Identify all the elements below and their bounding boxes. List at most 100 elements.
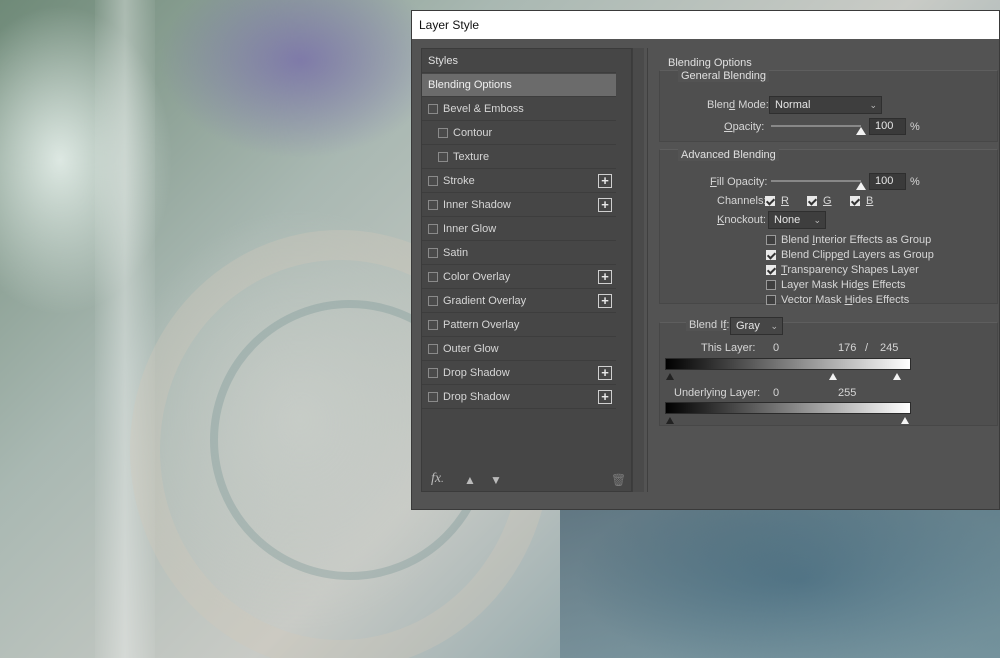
- advanced-blending-group: Advanced Blending Fill Opacity: 100 % Ch…: [659, 149, 998, 306]
- style-item[interactable]: Pattern Overlay: [422, 314, 616, 337]
- bottle-highlight: [95, 0, 155, 658]
- styles-header-label: Styles: [428, 55, 458, 67]
- fx-icon[interactable]: fx.: [431, 471, 444, 487]
- blend-if-label: Blend If:: [686, 319, 733, 331]
- style-item-label: Satin: [443, 247, 469, 259]
- move-down-icon[interactable]: ▼: [490, 473, 502, 487]
- fill-opacity-label: Fill Opacity:: [710, 176, 768, 188]
- opacity-input[interactable]: 100: [869, 118, 906, 135]
- style-item[interactable]: Texture: [422, 146, 616, 169]
- style-item-label: Drop Shadow: [443, 391, 510, 403]
- channel-b-label: B: [866, 195, 874, 207]
- underlying-layer-low: 0: [773, 387, 780, 399]
- underlying-low-slider[interactable]: [666, 417, 674, 424]
- opacity-slider-thumb[interactable]: [856, 127, 866, 135]
- knockout-select[interactable]: None ⌄: [768, 211, 826, 229]
- add-effect-icon[interactable]: +: [598, 390, 612, 404]
- style-item[interactable]: Gradient Overlay +: [422, 290, 616, 313]
- move-up-icon[interactable]: ▲: [464, 473, 476, 487]
- knockout-value: None: [774, 214, 801, 226]
- blend-if-select[interactable]: Gray ⌄: [730, 317, 783, 335]
- style-item[interactable]: Bevel & Emboss: [422, 98, 616, 121]
- style-checkbox[interactable]: [438, 128, 448, 138]
- style-item-label: Inner Glow: [443, 223, 497, 235]
- style-checkbox[interactable]: [428, 200, 438, 210]
- fill-opacity-percent: %: [910, 176, 920, 188]
- style-checkbox[interactable]: [428, 224, 438, 234]
- style-checkbox[interactable]: [428, 344, 438, 354]
- underlying-layer-label: Underlying Layer:: [674, 387, 761, 399]
- style-checkbox[interactable]: [428, 272, 438, 282]
- knockout-label: Knockout:: [717, 214, 766, 226]
- style-item-label: Stroke: [443, 175, 475, 187]
- style-item[interactable]: Outer Glow: [422, 338, 616, 361]
- blending-options-title: Blending Options: [668, 57, 752, 69]
- style-checkbox[interactable]: [428, 104, 438, 114]
- blending-options-panel: Blending Options General Blending Blend …: [647, 48, 999, 492]
- style-checkbox[interactable]: [428, 392, 438, 402]
- advanced-option-label: Blend Clipped Layers as Group: [781, 249, 934, 261]
- style-item-label: Color Overlay: [443, 271, 511, 283]
- this-layer-low-slider[interactable]: [666, 373, 674, 380]
- channel-g-checkbox[interactable]: [807, 196, 817, 206]
- this-layer-high-a: 176: [838, 342, 857, 354]
- add-effect-icon[interactable]: +: [598, 198, 612, 212]
- style-checkbox[interactable]: [428, 296, 438, 306]
- opacity-percent: %: [910, 121, 920, 133]
- channels-label: Channels:: [717, 195, 767, 207]
- style-item[interactable]: Drop Shadow +: [422, 362, 616, 385]
- style-item[interactable]: Satin: [422, 242, 616, 265]
- opacity-slider[interactable]: [771, 125, 861, 127]
- advanced-option-checkbox[interactable]: [766, 295, 776, 305]
- blend-if-group: Blend If: Gray ⌄ This Layer: 0 176 / 245…: [659, 317, 998, 426]
- fill-opacity-input[interactable]: 100: [869, 173, 906, 190]
- style-checkbox[interactable]: [428, 176, 438, 186]
- style-checkbox[interactable]: [428, 320, 438, 330]
- this-layer-high-slider-b[interactable]: [893, 373, 901, 380]
- style-checkbox[interactable]: [428, 248, 438, 258]
- add-effect-icon[interactable]: +: [598, 366, 612, 380]
- advanced-option-checkbox[interactable]: [766, 235, 776, 245]
- general-blending-title: General Blending: [678, 70, 770, 82]
- fill-opacity-slider[interactable]: [771, 180, 861, 182]
- style-item-label: Outer Glow: [443, 343, 499, 355]
- advanced-option-label: Vector Mask Hides Effects: [781, 294, 910, 306]
- channel-r-checkbox[interactable]: [765, 196, 775, 206]
- underlying-high-slider[interactable]: [901, 417, 909, 424]
- style-item[interactable]: Inner Glow: [422, 218, 616, 241]
- styles-header[interactable]: Styles: [422, 50, 616, 73]
- style-item[interactable]: Color Overlay +: [422, 266, 616, 289]
- layer-style-dialog: Layer Style Styles Blending Options Bevel…: [411, 10, 1000, 510]
- add-effect-icon[interactable]: +: [598, 294, 612, 308]
- this-layer-label: This Layer:: [701, 342, 756, 354]
- style-item[interactable]: Contour: [422, 122, 616, 145]
- blend-if-value: Gray: [736, 320, 760, 332]
- advanced-option-checkbox[interactable]: [766, 265, 776, 275]
- style-checkbox[interactable]: [428, 368, 438, 378]
- style-item[interactable]: Drop Shadow +: [422, 386, 616, 409]
- blend-mode-select[interactable]: Normal ⌄: [769, 96, 882, 114]
- this-layer-gradient: [665, 358, 911, 370]
- shadow-area: [560, 500, 1000, 658]
- style-item[interactable]: Blending Options: [422, 74, 616, 97]
- advanced-option-label: Layer Mask Hides Effects: [781, 279, 906, 291]
- advanced-option-checkbox[interactable]: [766, 250, 776, 260]
- channel-b-checkbox[interactable]: [850, 196, 860, 206]
- style-checkbox[interactable]: [438, 152, 448, 162]
- blend-mode-value: Normal: [775, 99, 811, 111]
- fill-opacity-slider-thumb[interactable]: [856, 182, 866, 190]
- dialog-titlebar[interactable]: Layer Style: [412, 11, 999, 39]
- style-item[interactable]: Inner Shadow +: [422, 194, 616, 217]
- chevron-down-icon: ⌄: [813, 215, 821, 225]
- advanced-option-label: Blend Interior Effects as Group: [781, 234, 932, 246]
- add-effect-icon[interactable]: +: [598, 270, 612, 284]
- style-item-label: Inner Shadow: [443, 199, 511, 211]
- advanced-option-label: Transparency Shapes Layer: [781, 264, 919, 276]
- style-item[interactable]: Stroke +: [422, 170, 616, 193]
- advanced-option-checkbox[interactable]: [766, 280, 776, 290]
- channel-g-label: G: [823, 195, 832, 207]
- add-effect-icon[interactable]: +: [598, 174, 612, 188]
- styles-scrollbar[interactable]: [632, 48, 644, 492]
- trash-icon[interactable]: 🗑: [611, 473, 626, 487]
- this-layer-high-slider-a[interactable]: [829, 373, 837, 380]
